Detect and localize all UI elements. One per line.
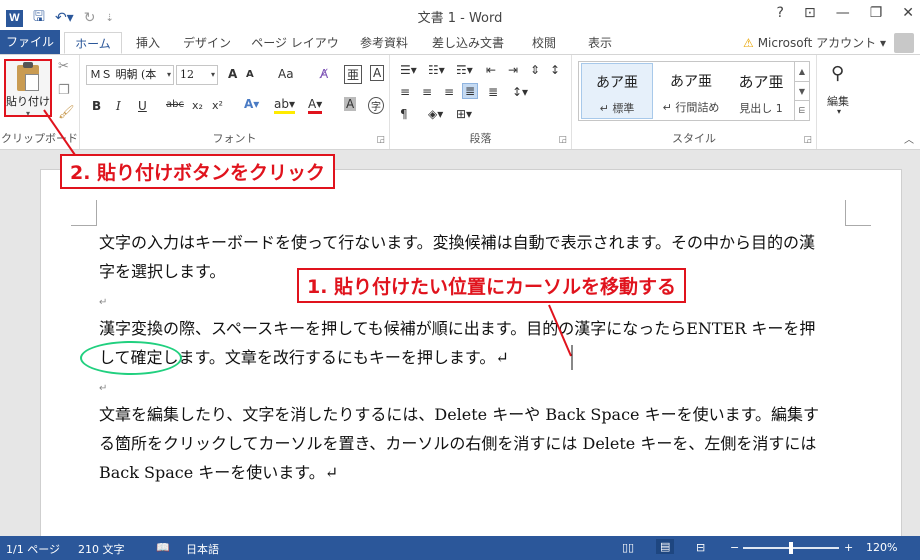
print-layout-icon[interactable]: ▤ xyxy=(656,539,675,554)
web-layout-icon[interactable]: ⊟ xyxy=(696,541,705,554)
read-mode-icon[interactable]: ▯▯ xyxy=(622,541,634,554)
zoom-in-button[interactable]: + xyxy=(844,541,853,554)
page-count[interactable]: 1/1 ページ xyxy=(6,541,60,557)
callout-paste: 2. 貼り付けボタンをクリック xyxy=(60,154,336,189)
zoom-slider-thumb[interactable] xyxy=(789,542,793,554)
language-label[interactable]: 日本語 xyxy=(186,541,219,557)
status-bar: 1/1 ページ 210 文字 📖 日本語 ▯▯ ▤ ⊟ − + 120% xyxy=(0,536,920,560)
zoom-level[interactable]: 120% xyxy=(866,541,897,554)
proofing-icon[interactable]: 📖 xyxy=(156,541,170,554)
callout-leader-cursor xyxy=(548,304,572,357)
enter-highlight-ellipse xyxy=(80,341,182,375)
callout-cursor: 1. 貼り付けたい位置にカーソルを移動する xyxy=(297,268,687,303)
callout-leader-paste xyxy=(43,109,76,156)
zoom-out-button[interactable]: − xyxy=(730,541,739,554)
word-count[interactable]: 210 文字 xyxy=(78,541,125,557)
